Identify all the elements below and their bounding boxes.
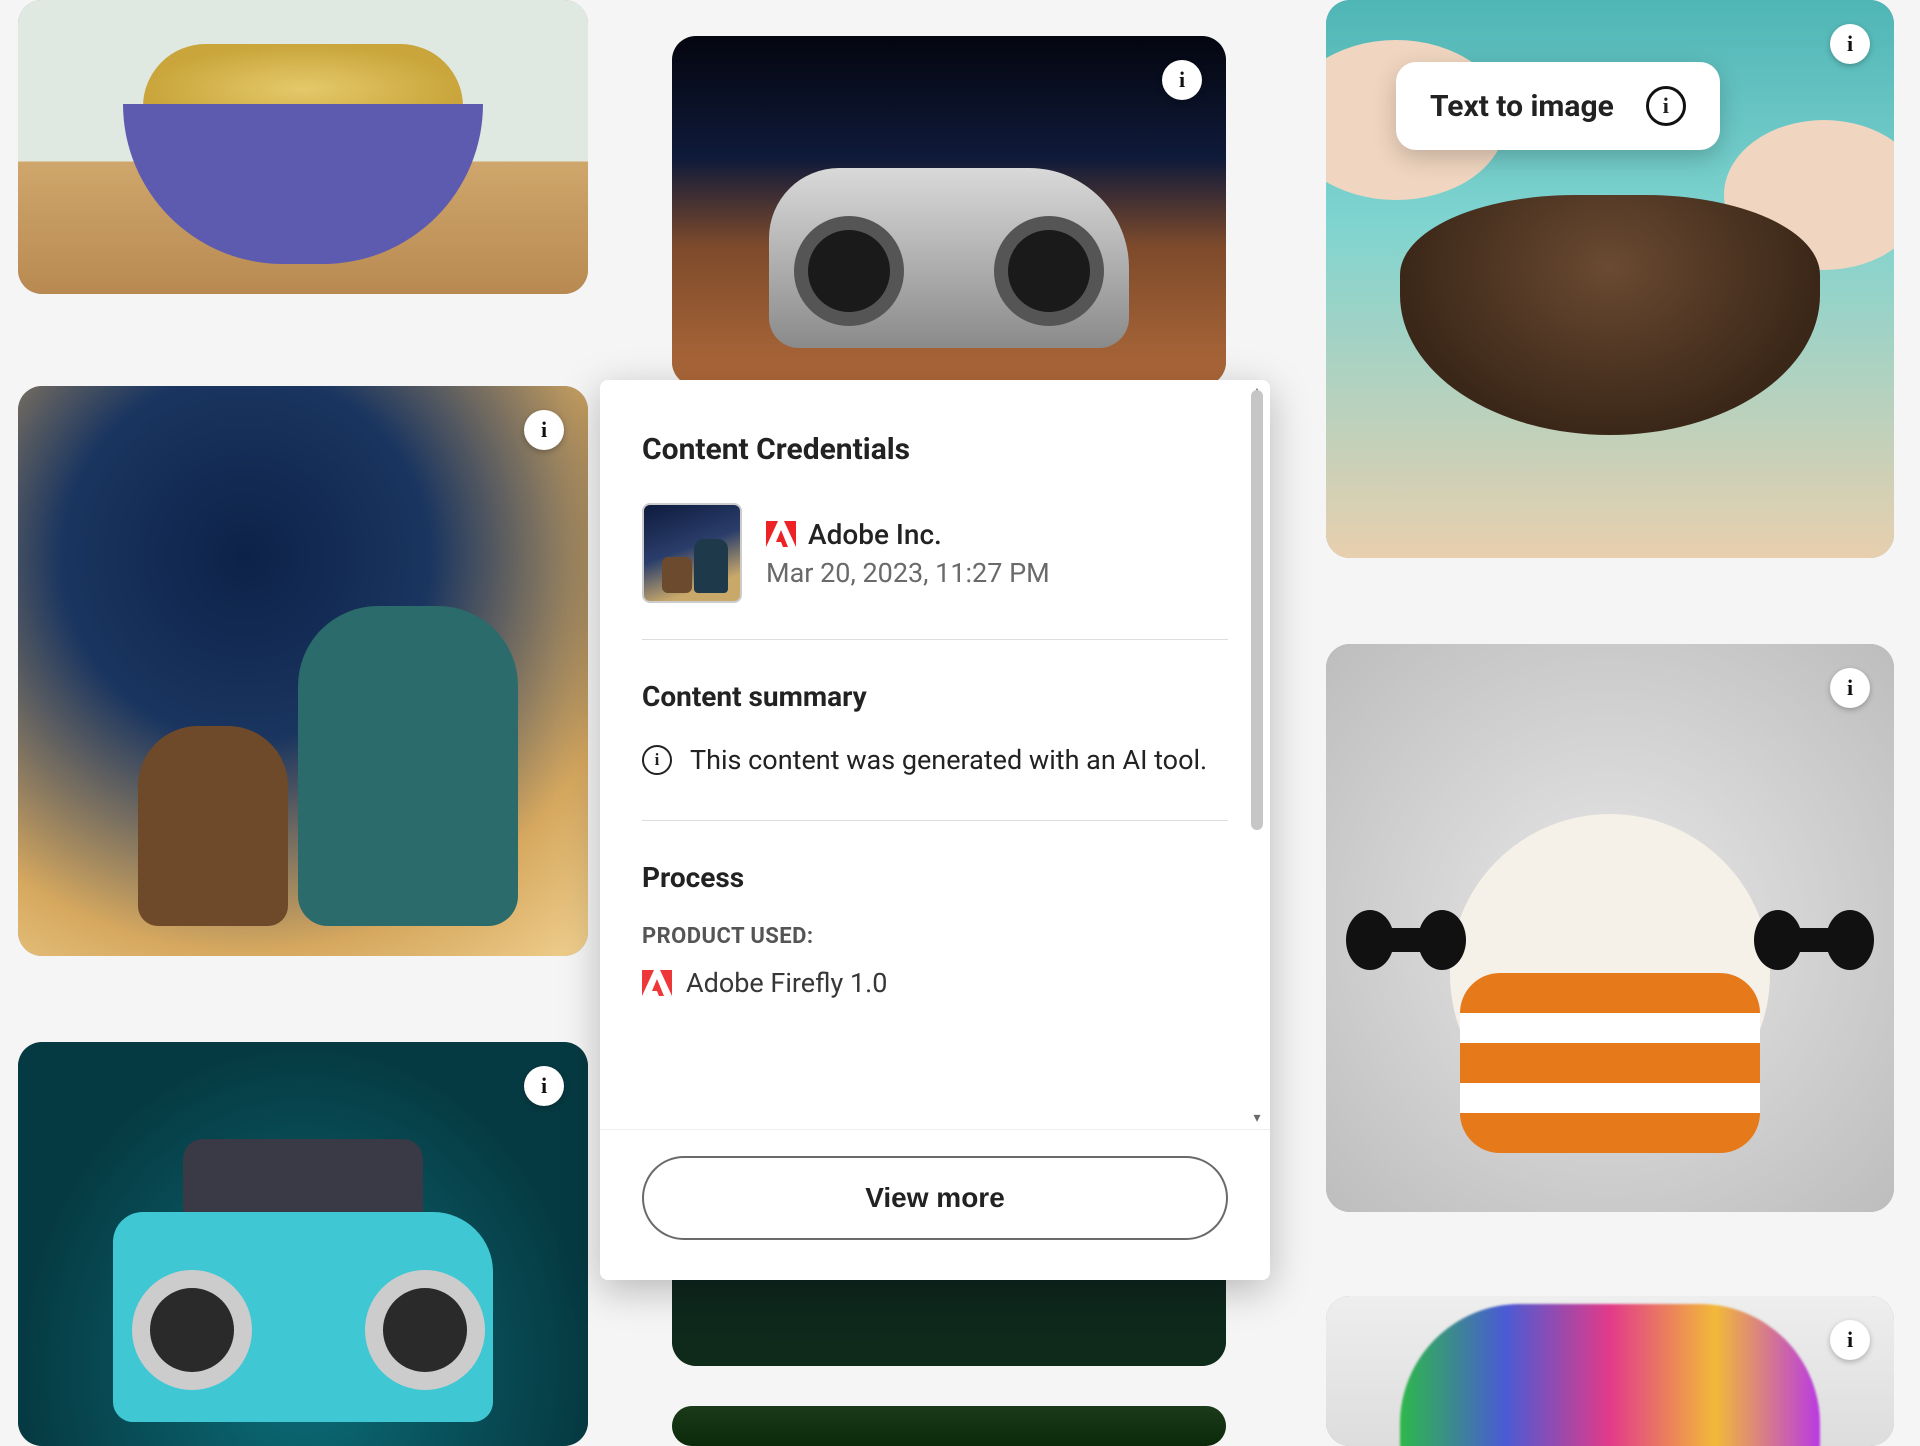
- scroll-down-icon[interactable]: ▾: [1250, 1111, 1264, 1125]
- product-used-value: Adobe Firefly 1.0: [686, 967, 887, 999]
- gallery-tile[interactable]: [672, 1406, 1226, 1446]
- artwork-child-stars: [18, 386, 588, 956]
- content-credentials-popover: Content Credentials Adobe Inc. Mar 20, 2…: [600, 380, 1270, 1280]
- info-icon[interactable]: i: [1162, 60, 1202, 100]
- info-icon[interactable]: i: [1830, 24, 1870, 64]
- artwork-bowl: [18, 0, 588, 294]
- scrollbar[interactable]: ▴ ▾: [1248, 390, 1266, 1119]
- artwork-retro-car: [672, 36, 1226, 386]
- divider: [642, 820, 1228, 821]
- process-heading: Process: [642, 861, 1228, 894]
- gallery-tile[interactable]: i: [672, 36, 1226, 386]
- artwork-colorful-shapes: [1326, 1296, 1894, 1446]
- artwork-lego-car: [18, 1042, 588, 1446]
- divider: [642, 639, 1228, 640]
- popover-footer: View more: [600, 1129, 1270, 1280]
- text-to-image-tooltip: Text to image i: [1396, 62, 1720, 150]
- gallery-tile[interactable]: i: [1326, 1296, 1894, 1446]
- product-used-row: Adobe Firefly 1.0: [642, 967, 1228, 999]
- info-icon[interactable]: i: [524, 1066, 564, 1106]
- popover-title: Content Credentials: [642, 432, 1228, 467]
- tooltip-label: Text to image: [1430, 89, 1614, 124]
- popover-scroll-area[interactable]: Content Credentials Adobe Inc. Mar 20, 2…: [600, 380, 1270, 1129]
- scrollbar-thumb[interactable]: [1251, 390, 1263, 830]
- image-gallery: i i i i Text to image i i: [0, 0, 1920, 1445]
- gallery-tile[interactable]: i: [1326, 644, 1894, 1212]
- credential-thumbnail: [642, 503, 742, 603]
- product-used-label: PRODUCT USED:: [642, 924, 1228, 949]
- summary-row: i This content was generated with an AI …: [642, 741, 1228, 780]
- gallery-tile[interactable]: [18, 0, 588, 294]
- credential-company: Adobe Inc.: [766, 518, 1050, 551]
- info-icon[interactable]: i: [1830, 668, 1870, 708]
- company-name: Adobe Inc.: [808, 518, 942, 551]
- info-icon[interactable]: i: [1830, 1320, 1870, 1360]
- gallery-tile[interactable]: i: [18, 1042, 588, 1446]
- artwork-partial: [672, 1406, 1226, 1446]
- credential-row: Adobe Inc. Mar 20, 2023, 11:27 PM: [642, 503, 1228, 603]
- content-summary-heading: Content summary: [642, 680, 1228, 713]
- info-icon[interactable]: i: [524, 410, 564, 450]
- artwork-hamster: [1326, 644, 1894, 1212]
- info-icon: i: [642, 745, 672, 775]
- view-more-button[interactable]: View more: [642, 1156, 1228, 1240]
- credential-date: Mar 20, 2023, 11:27 PM: [766, 557, 1050, 589]
- gallery-tile[interactable]: i Text to image i: [1326, 0, 1894, 558]
- gallery-tile[interactable]: i: [18, 386, 588, 956]
- adobe-logo-icon: [766, 521, 796, 547]
- summary-text: This content was generated with an AI to…: [690, 741, 1207, 780]
- info-icon[interactable]: i: [1646, 86, 1686, 126]
- adobe-logo-icon: [642, 970, 672, 996]
